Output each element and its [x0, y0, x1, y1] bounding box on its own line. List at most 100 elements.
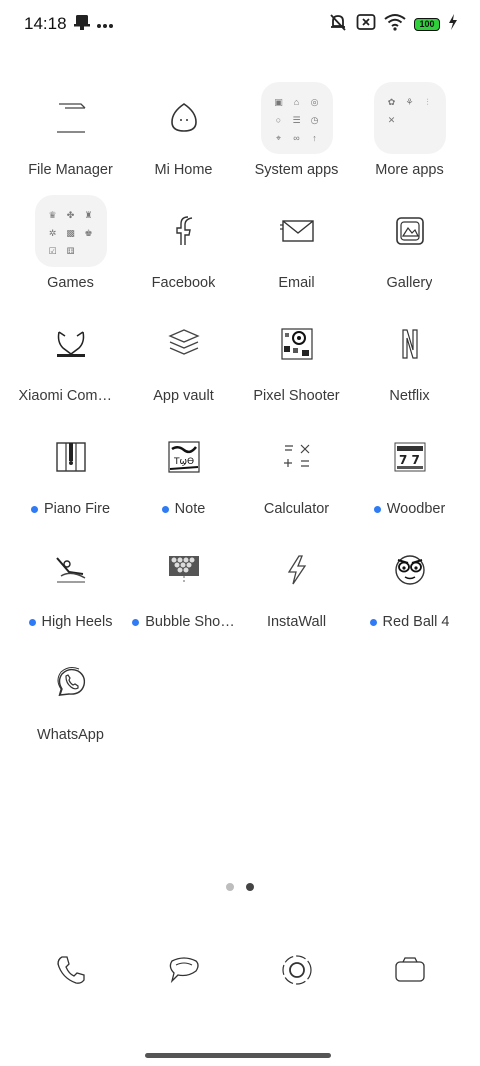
app-vault-icon	[148, 308, 220, 380]
new-app-indicator	[369, 618, 377, 626]
app-grid: File Manager Mi Home ▣ ⌂ ◎ ○ ☰ ◷ ⌖ ∞ ↑ S…	[14, 80, 466, 758]
mini-app-icon	[420, 130, 436, 146]
new-app-indicator	[373, 505, 381, 513]
label-row: Games	[14, 275, 127, 291]
wifi-icon	[384, 13, 406, 36]
whatsapp-icon	[35, 647, 107, 719]
mini-app-icon: ◷	[310, 114, 319, 125]
note-icon: Τϣϴ	[148, 421, 220, 493]
app-whatsapp[interactable]: WhatsApp	[14, 645, 127, 758]
status-bar: 14:18 100	[0, 0, 480, 46]
folder-icon: ✿ ⚘ ⫶ ✕	[373, 82, 446, 154]
app-label: Piano Fire	[43, 501, 111, 517]
folder-games[interactable]: ♛ ✤ ♜ ✲ ▩ ♚ ☑ ⚅ Games	[14, 193, 127, 306]
app-high-heels[interactable]: High Heels	[14, 532, 127, 645]
mini-app-icon: ⌂	[293, 97, 300, 107]
mini-app-icon: ∞	[293, 133, 300, 143]
folder-system-apps[interactable]: ▣ ⌂ ◎ ○ ☰ ◷ ⌖ ∞ ↑ System apps	[240, 80, 353, 193]
app-label: File Manager	[28, 162, 113, 178]
label-row: Email	[240, 275, 353, 291]
svg-text:Τϣϴ: Τϣϴ	[173, 457, 194, 467]
mini-app-icon: ✕	[387, 114, 396, 125]
mute-icon	[328, 12, 348, 37]
app-instawall[interactable]: InstaWall	[240, 532, 353, 645]
app-mi-home[interactable]: Mi Home	[127, 80, 240, 193]
app-bubble-shooter[interactable]: Bubble Sho…	[127, 532, 240, 645]
app-note[interactable]: Τϣϴ Note	[127, 419, 240, 532]
label-row: High Heels	[14, 614, 127, 630]
mini-app-icon	[384, 130, 400, 146]
app-email[interactable]: Email	[240, 193, 353, 306]
file-manager-icon	[35, 82, 107, 154]
mini-app-icon: ◎	[310, 96, 319, 107]
mini-app-icon: ⚘	[405, 96, 414, 107]
app-label: App vault	[153, 388, 214, 404]
app-label: Bubble Sho…	[145, 614, 235, 630]
app-label: Red Ball 4	[382, 614, 450, 630]
status-time: 14:18	[24, 14, 67, 33]
no-sim-icon	[356, 13, 376, 36]
app-label: Pixel Shooter	[253, 388, 340, 404]
app-netflix[interactable]: Netflix	[353, 306, 466, 419]
dock-browser[interactable]	[240, 950, 353, 994]
app-woodber[interactable]: 7 7 Woodber	[353, 419, 466, 532]
mini-app-icon	[402, 112, 418, 128]
new-app-indicator	[30, 505, 38, 513]
xiaomi-community-icon	[35, 308, 107, 380]
app-red-ball-4[interactable]: Red Ball 4	[353, 532, 466, 645]
netflix-icon	[374, 308, 446, 380]
label-row: Piano Fire	[14, 501, 127, 517]
page-dot-1[interactable]	[226, 883, 234, 891]
dock-phone[interactable]	[14, 950, 127, 994]
app-label: High Heels	[41, 614, 113, 630]
label-row: Gallery	[353, 275, 466, 291]
app-calculator[interactable]: Calculator	[240, 419, 353, 532]
label-row: InstaWall	[240, 614, 353, 630]
label-row: Bubble Sho…	[127, 614, 240, 630]
label-row: File Manager	[14, 162, 127, 178]
more-dots-icon	[96, 16, 114, 34]
app-label: Mi Home	[154, 162, 213, 178]
gesture-bar[interactable]	[145, 1053, 331, 1058]
label-row: Facebook	[127, 275, 240, 291]
mini-app-icon: ▩	[66, 227, 75, 238]
app-pixel-shooter[interactable]: Pixel Shooter	[240, 306, 353, 419]
svg-text:7 7: 7 7	[399, 453, 420, 467]
red-ball-icon	[374, 534, 446, 606]
pixel-shooter-icon	[261, 308, 333, 380]
app-app-vault[interactable]: App vault	[127, 306, 240, 419]
app-label: WhatsApp	[37, 727, 104, 743]
dock-messages[interactable]	[127, 950, 240, 994]
mini-app-icon: ○	[275, 115, 282, 125]
mini-app-icon: ⌖	[275, 132, 282, 143]
facebook-icon	[148, 195, 220, 267]
mini-app-icon: ▣	[274, 96, 283, 107]
dock-camera[interactable]	[353, 950, 466, 994]
label-row: App vault	[127, 388, 240, 404]
app-label: Netflix	[389, 388, 430, 404]
high-heels-icon	[35, 534, 107, 606]
piano-fire-icon	[35, 421, 107, 493]
app-gallery[interactable]: Gallery	[353, 193, 466, 306]
app-piano-fire[interactable]: Piano Fire	[14, 419, 127, 532]
page-dot-2[interactable]	[246, 883, 254, 891]
folder-icon: ♛ ✤ ♜ ✲ ▩ ♚ ☑ ⚅	[34, 195, 107, 267]
app-file-manager[interactable]: File Manager	[14, 80, 127, 193]
status-right-icons: 100	[328, 12, 458, 37]
app-label: Games	[47, 275, 94, 291]
app-label: Calculator	[263, 501, 330, 517]
folder-more-apps[interactable]: ✿ ⚘ ⫶ ✕ More apps	[353, 80, 466, 193]
mini-app-icon: ☑	[48, 245, 57, 256]
app-label: Note	[174, 501, 206, 517]
charging-icon	[448, 14, 458, 35]
app-label: Woodber	[386, 501, 446, 517]
browser-icon	[279, 952, 315, 993]
app-label: More apps	[375, 162, 444, 178]
new-app-indicator	[132, 618, 140, 626]
label-row: Mi Home	[127, 162, 240, 178]
label-row: System apps	[240, 162, 353, 178]
new-app-indicator	[161, 505, 169, 513]
mini-app-icon: ✤	[66, 209, 75, 220]
app-facebook[interactable]: Facebook	[127, 193, 240, 306]
app-xiaomi-community[interactable]: Xiaomi Comm…	[14, 306, 127, 419]
